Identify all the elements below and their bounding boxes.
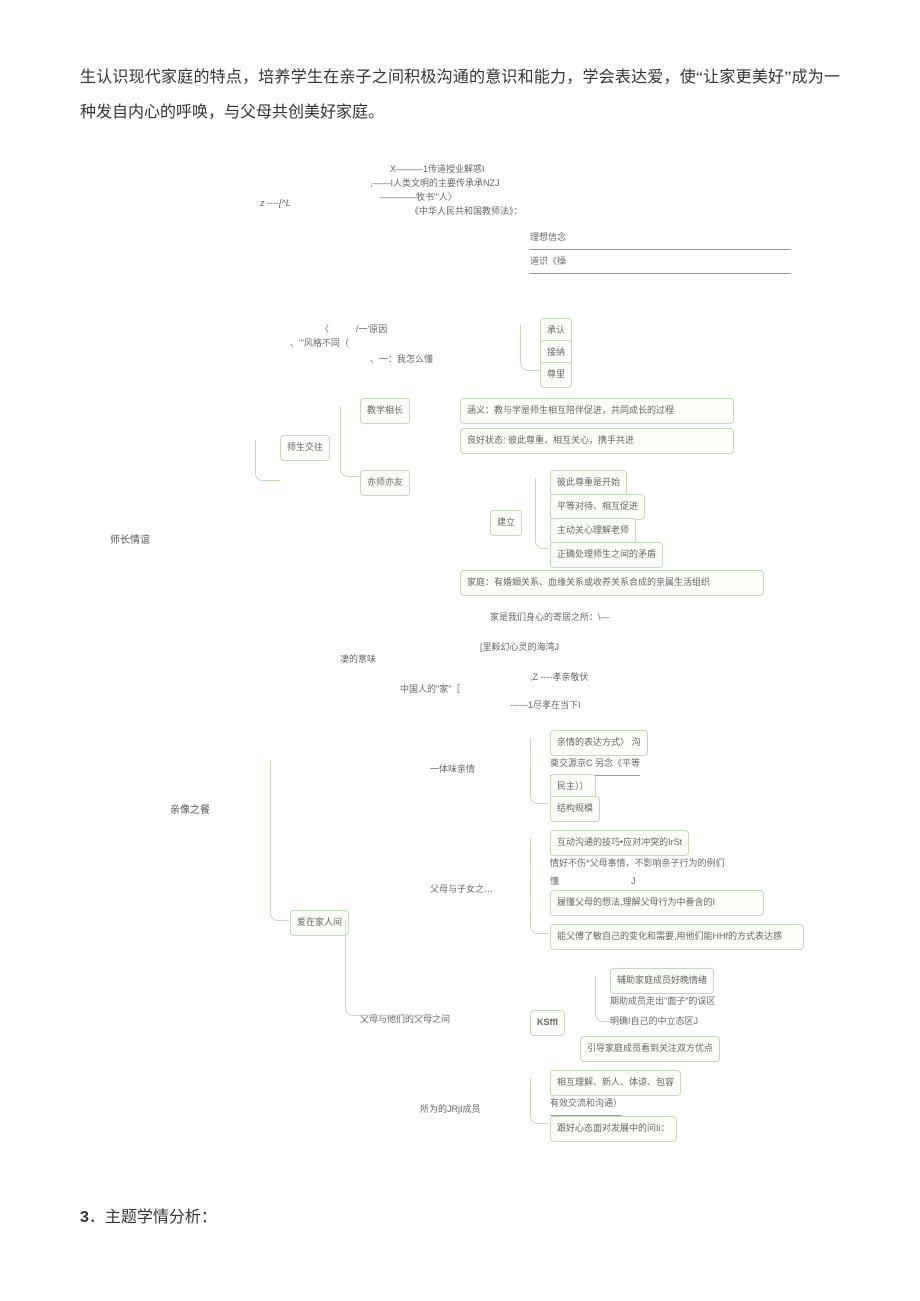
how-understand: 、一：我怎么懂 [370, 350, 433, 370]
top-note-3: z ----[^L [260, 194, 291, 214]
ksffi-box: KSffI [530, 1010, 565, 1036]
affection-2: 奠交源京C 另念《平等 [550, 754, 640, 776]
all-members: 所为的JRjI成员 [420, 1100, 481, 1120]
xiao-now: ------1尽孝在当下I [510, 696, 581, 716]
style-different: 、"'风格不同（ [290, 334, 349, 354]
teach-learn-box: 教学相长 [360, 398, 410, 424]
root-teacher-student: 师长情谊 [110, 530, 150, 552]
teach-learn-def: 涵义：教与学是师生相互陪伴促进，共同成长的过程 [460, 398, 734, 424]
mind-map-diagram: X———1传道授业解惑I ,——I人类文明的主要传承承NZJ z ----[^L… [110, 160, 810, 1160]
parent-child: 父母与子女之… [430, 880, 493, 900]
good-state-box: 良好状态: 彼此尊重，相互关心，携手共进 [460, 428, 734, 454]
member-3: 跟好心态面对发展中的问Ii： [550, 1116, 677, 1142]
section-heading: 3．主题学情分析： [80, 1200, 840, 1235]
home-taste: 凄的意味 [340, 650, 376, 670]
z-xiao: ,Z ----孝亲敬伏 [530, 668, 589, 688]
both-teacher-friend-box: 亦师亦友 [360, 470, 410, 496]
affection-4: 结构规模 [550, 796, 600, 822]
family-def-box: 家庭：有婚姻关系、血缘关系或收养关系合成的亲属生活组织 [460, 570, 764, 596]
moral: 道识《操 [530, 252, 790, 274]
build-box: 建立 [490, 510, 522, 536]
pc-3: 履懂父母的想法,理解父母行为中眷含的I [550, 890, 764, 916]
build-3: 主动关心理解老师 [550, 518, 636, 544]
gp-4: 引导家庭成员看到关注双方优点 [580, 1036, 720, 1062]
chinese-home: 中国人的"家"［ [400, 680, 460, 700]
root-family: 亲像之餐 [170, 800, 210, 822]
pc-1: 互动沟通的技巧•应对冲突的IrSt [550, 830, 689, 856]
gp-3: 明确!自己的中立态区J [610, 1012, 698, 1032]
gp-1: 辅助家庭成员好晚情绪 [610, 968, 714, 994]
home-place: 家是我们身心的寄居之所：\— [490, 608, 610, 628]
ideal-belief: 理想信念 [530, 228, 790, 250]
build-4: 正确处理师生之间的矛盾 [550, 542, 663, 568]
body-paragraph: 生认识现代家庭的特点，培养学生在亲子之间积极沟通的意识和能力，学会表达爱，使“让… [80, 60, 840, 130]
section-number: 3 [80, 1209, 89, 1226]
top-note-5: 《中华人民共和国教师法》： [410, 202, 523, 222]
member-2: 有效交流和沟通） [550, 1094, 622, 1116]
taste-affection: 一体味亲情 [430, 760, 475, 780]
respect-box: 尊里 [540, 362, 572, 388]
pc-2: 情好不伤*父母事情，不影响亲子行为的例们 [550, 854, 770, 874]
build-1: 彼此尊重是开始 [550, 470, 627, 496]
section-title: ．主题学情分析： [89, 1209, 217, 1226]
pc-4: 能父傅了敏自己的变化和需要,用他们能HHf的方式表达感 [550, 924, 804, 950]
gp-2: 期助成员走出"面子"的误区 [610, 992, 715, 1012]
build-2: 平等对待、相互促进 [550, 494, 645, 520]
pc-2b: 懂 J [550, 872, 636, 892]
love-home-box: 爱在家人间 [290, 910, 349, 936]
member-1: 相互理解、新人、体谅、包容 [550, 1070, 681, 1096]
soul-bay: [里毅幻心灵的海湾J [480, 638, 559, 658]
affection-1: 亲情的表达方式〉 沟 [550, 730, 648, 756]
teacher-student-box: 师生交往 [280, 435, 330, 461]
